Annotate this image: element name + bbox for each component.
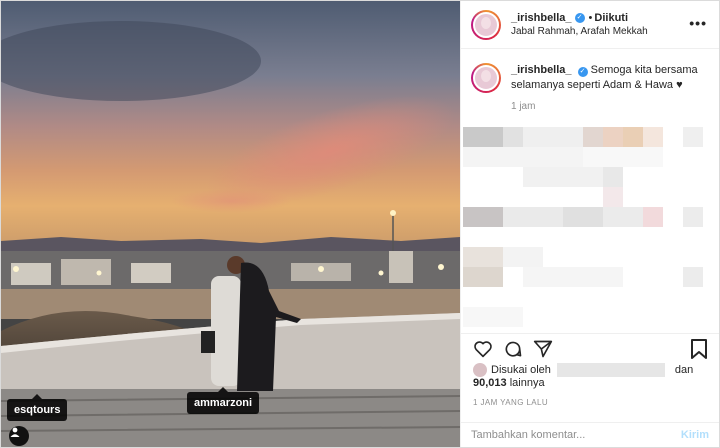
tag-label: ammarzoni — [194, 397, 253, 409]
liker-avatar[interactable] — [473, 363, 487, 377]
comment-input[interactable] — [471, 429, 681, 441]
post-photo[interactable]: esqtours ammarzoni — [1, 1, 460, 447]
caption-username[interactable]: _irishbella_ — [511, 64, 572, 76]
likes-and: dan — [674, 363, 694, 376]
likes-prefix: Disukai oleh — [491, 363, 551, 376]
action-bar — [461, 333, 719, 363]
blurred-comments — [461, 123, 719, 333]
instagram-post: esqtours ammarzoni _irishbella_ ✓ • Diik… — [0, 0, 720, 448]
caption: _irishbella_ ✓ Semoga kita bersama selam… — [461, 49, 719, 93]
bookmark-icon[interactable] — [691, 339, 707, 359]
likes-summary: Disukai oleh dan 90,013 lainnya — [473, 363, 713, 389]
caption-time: 1 jam — [511, 101, 536, 112]
comment-icon[interactable] — [503, 339, 523, 359]
post-header: _irishbella_ ✓ • Diikuti Jabal Rahmah, A… — [461, 1, 719, 49]
person-icon — [10, 427, 20, 437]
likes-count[interactable]: 90,013 — [473, 377, 507, 389]
share-icon[interactable] — [533, 339, 553, 359]
more-options-icon[interactable]: ••• — [689, 15, 707, 31]
heart-icon[interactable] — [473, 340, 493, 358]
caption-avatar[interactable] — [471, 63, 501, 93]
post-comment-button[interactable]: Kirim — [681, 429, 709, 441]
header-username[interactable]: _irishbella_ — [511, 12, 572, 24]
user-tags-icon[interactable] — [9, 426, 29, 446]
photo-tag-esqtours[interactable]: esqtours — [7, 394, 68, 421]
redacted-username — [556, 363, 665, 377]
post-sidebar: _irishbella_ ✓ • Diikuti Jabal Rahmah, A… — [460, 1, 719, 447]
likes-others[interactable]: lainnya — [510, 377, 545, 389]
avatar[interactable] — [471, 9, 501, 40]
verified-badge-icon: ✓ — [574, 13, 585, 23]
separator-dot: • — [588, 12, 593, 24]
photo-scene — [1, 1, 460, 447]
location-link[interactable]: Jabal Rahmah, Arafah Mekkah — [511, 26, 648, 37]
post-timestamp: 1 JAM YANG LALU — [473, 398, 549, 407]
follow-status-button[interactable]: Diikuti — [594, 12, 628, 24]
comment-box: Kirim — [461, 422, 719, 447]
verified-badge-icon: ✓ — [577, 67, 588, 77]
tag-label: esqtours — [14, 404, 61, 416]
photo-tag-ammarzoni[interactable]: ammarzoni — [187, 387, 260, 414]
